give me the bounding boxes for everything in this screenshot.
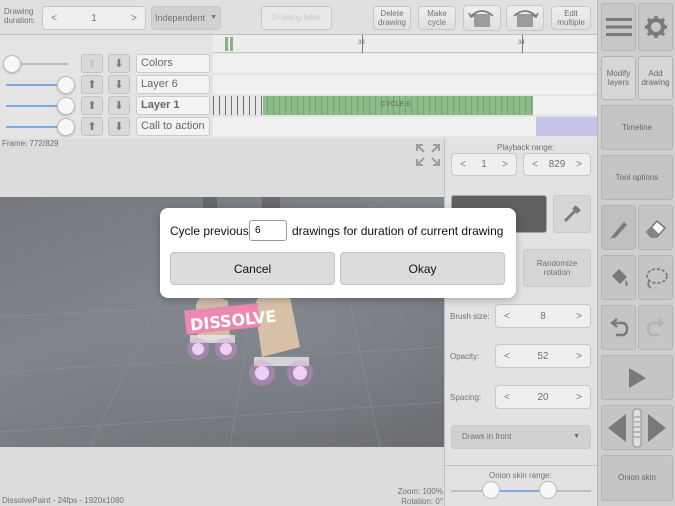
- cycle-count-input[interactable]: [249, 220, 287, 241]
- cancel-button[interactable]: Cancel: [170, 252, 335, 285]
- dialog-prefix-text: Cycle previous: [170, 224, 249, 238]
- dialog-suffix-text: drawings for duration of current drawing: [292, 224, 504, 238]
- okay-button[interactable]: Okay: [340, 252, 505, 285]
- make-cycle-dialog: Cycle previous drawings for duration of …: [160, 208, 516, 298]
